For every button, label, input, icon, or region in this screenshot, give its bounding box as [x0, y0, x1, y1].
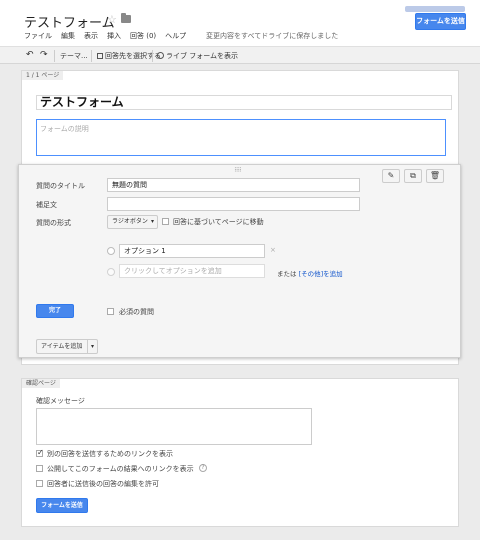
undo-icon[interactable]: ↶: [26, 50, 34, 60]
page-label: 1 / 1 ページ: [22, 71, 64, 80]
menu-view[interactable]: 表示: [84, 31, 98, 41]
trash-icon[interactable]: 🗑: [426, 169, 444, 183]
question-title-label: 質問のタイトル: [36, 182, 85, 190]
duplicate-icon[interactable]: ⧉: [404, 169, 422, 183]
globe-icon: [157, 52, 164, 59]
form-description-input[interactable]: フォームの説明: [36, 119, 446, 156]
redo-icon[interactable]: ↷: [40, 50, 48, 60]
add-other-link[interactable]: [その他]: [299, 270, 324, 278]
add-item-label: アイテムを追加: [41, 343, 83, 350]
help-text-label: 補足文: [36, 201, 57, 209]
help-text-input[interactable]: [107, 197, 360, 211]
save-status: 変更内容をすべてドライブに保存しました: [206, 32, 339, 40]
spreadsheet-icon: [97, 53, 103, 59]
option-label: 別の回答を送信するためのリンクを表示: [47, 450, 173, 458]
option-label: 回答者に送信後の回答の編集を許可: [47, 480, 159, 488]
toolbar-divider: [54, 50, 55, 62]
goto-page-label: 回答に基づいてページに移動: [173, 218, 264, 226]
menu-bar: ファイル 編集 表示 挿入 回答 (0) ヘルプ: [24, 31, 195, 41]
add-text: を追加: [323, 270, 343, 278]
toolbar: ↶ ↷ テーマ... 回答先を選択する ライブ フォームを表示: [0, 46, 480, 64]
add-other-text: または [その他]を追加: [277, 268, 343, 278]
confirmation-label: 確認ページ: [22, 379, 60, 388]
question-title-input[interactable]: 無題の質問: [107, 178, 360, 192]
option-radio: [107, 268, 115, 276]
chevron-down-icon[interactable]: ▾: [87, 340, 97, 353]
chevron-down-icon: ▾: [150, 218, 154, 225]
remove-option-icon[interactable]: ×: [270, 246, 276, 254]
send-form-button-bottom[interactable]: フォームを送信: [36, 498, 88, 513]
folder-icon[interactable]: [121, 13, 131, 23]
question-type-value: ラジオボタン: [112, 218, 148, 225]
question-type-select[interactable]: ラジオボタン ▾: [107, 215, 158, 229]
star-icon[interactable]: ☆: [107, 13, 117, 26]
confirmation-message-label: 確認メッセージ: [36, 397, 85, 405]
drag-handle-icon[interactable]: ⠿⠿: [234, 167, 242, 174]
view-live-form-label: ライブ フォームを表示: [166, 52, 239, 60]
description-placeholder: フォームの説明: [40, 125, 89, 133]
menu-edit[interactable]: 編集: [61, 31, 75, 41]
option-radio: [107, 247, 115, 255]
add-item-button[interactable]: アイテムを追加 ▾: [36, 339, 98, 354]
menu-help[interactable]: ヘルプ: [165, 31, 186, 41]
option-checkbox[interactable]: [36, 480, 43, 487]
theme-button[interactable]: テーマ...: [60, 51, 88, 61]
menu-responses[interactable]: 回答 (0): [130, 31, 156, 41]
send-form-button[interactable]: フォームを送信: [415, 13, 466, 30]
toolbar-divider: [152, 50, 153, 62]
help-icon[interactable]: ?: [199, 464, 207, 472]
question-type-label: 質問の形式: [36, 219, 71, 227]
menu-file[interactable]: ファイル: [24, 31, 52, 41]
done-button[interactable]: 完了: [36, 304, 74, 318]
form-title-input[interactable]: テストフォーム: [36, 95, 452, 110]
option-label: 公開してこのフォームの結果へのリンクを表示: [47, 465, 194, 473]
required-label: 必須の質問: [119, 308, 154, 316]
check-icon: ✓: [37, 448, 44, 457]
or-text: または: [277, 270, 297, 278]
view-live-form-button[interactable]: ライブ フォームを表示: [157, 51, 238, 61]
account-info: [405, 6, 465, 12]
goto-page-checkbox[interactable]: [162, 218, 169, 225]
add-option-input[interactable]: クリックしてオプションを追加: [119, 264, 265, 278]
document-title[interactable]: テストフォーム: [24, 12, 115, 31]
required-checkbox[interactable]: [107, 308, 114, 315]
option-checkbox[interactable]: ✓: [36, 448, 44, 457]
pencil-icon[interactable]: ✎: [382, 169, 400, 183]
menu-insert[interactable]: 挿入: [107, 31, 121, 41]
confirmation-message-input[interactable]: [36, 408, 312, 445]
option-checkbox[interactable]: [36, 465, 43, 472]
question-editor: [18, 164, 461, 358]
option-input[interactable]: オプション 1: [119, 244, 265, 258]
toolbar-divider: [91, 50, 92, 62]
